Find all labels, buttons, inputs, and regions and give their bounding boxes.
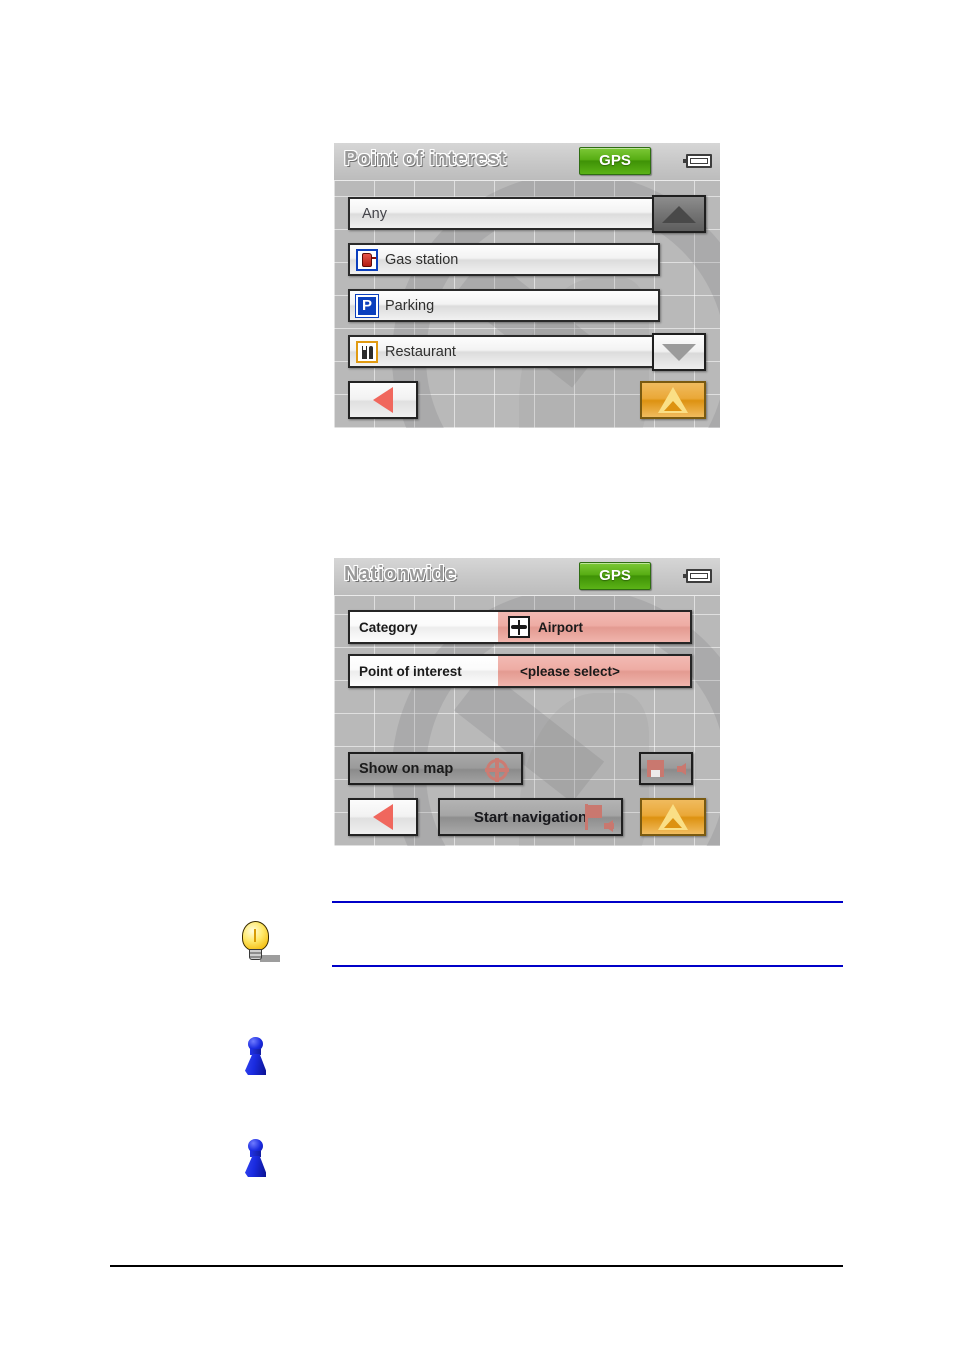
- navigate-button[interactable]: [640, 798, 706, 836]
- list-item-label: Restaurant: [385, 343, 456, 360]
- gps-status-badge[interactable]: GPS: [579, 562, 651, 590]
- start-navigation-label: Start navigation: [473, 808, 588, 826]
- start-navigation-button[interactable]: Start navigation: [438, 798, 623, 836]
- blue-pawn-icon: [240, 1035, 280, 1085]
- footer-separator: [110, 1265, 843, 1267]
- list-item[interactable]: Gas station: [348, 243, 660, 276]
- back-arrow-icon: [373, 387, 393, 413]
- page-title: Nationwide: [344, 563, 457, 585]
- titlebar: Nationwide GPS: [334, 558, 720, 596]
- back-arrow-icon: [373, 804, 393, 830]
- lightbulb-tip-icon: [236, 919, 282, 969]
- tip-rule-top: [332, 901, 843, 903]
- crosshair-icon: [485, 758, 509, 782]
- airplane-icon: [508, 616, 530, 638]
- show-on-map-button[interactable]: Show on map: [348, 752, 523, 785]
- list-item-label: Parking: [385, 297, 435, 314]
- device-screen-point-of-interest: Point of interest GPS Any Gas station P …: [334, 143, 720, 428]
- show-on-map-label: Show on map: [359, 760, 454, 777]
- save-destination-button[interactable]: [639, 752, 693, 785]
- battery-icon: [683, 569, 712, 583]
- list-item[interactable]: P Parking: [348, 289, 660, 322]
- blue-pawn-icon: [240, 1137, 280, 1187]
- list-item-label: Gas station: [385, 251, 459, 268]
- field-value-text: Airport: [538, 619, 583, 635]
- arrow-down-icon: [662, 343, 696, 361]
- arrow-up-icon: [662, 205, 696, 223]
- field-value-text: <please select>: [520, 663, 620, 679]
- field-value: Airport: [498, 612, 690, 642]
- parking-icon: P: [356, 294, 378, 317]
- arrow-left-icon: [677, 763, 686, 775]
- navigation-cursor-icon: [658, 804, 688, 830]
- save-destination-icon: [647, 760, 664, 777]
- list-item[interactable]: Restaurant: [348, 335, 660, 368]
- gps-status-badge[interactable]: GPS: [579, 147, 651, 175]
- gas-station-icon: [356, 248, 378, 271]
- field-value: <please select>: [498, 656, 690, 686]
- field-row-point-of-interest[interactable]: Point of interest <please select>: [348, 654, 692, 688]
- tip-rule-bottom: [332, 965, 843, 967]
- page-title: Point of interest: [344, 148, 507, 170]
- back-button[interactable]: [348, 798, 418, 836]
- field-label: Point of interest: [350, 656, 498, 686]
- battery-icon: [683, 154, 712, 168]
- field-label: Category: [350, 612, 498, 642]
- field-row-category[interactable]: Category Airport: [348, 610, 692, 644]
- list-item-label: Any: [362, 205, 387, 222]
- scroll-up-button[interactable]: [652, 195, 706, 233]
- back-button[interactable]: [348, 381, 418, 419]
- navigate-button[interactable]: [640, 381, 706, 419]
- restaurant-icon: [356, 340, 378, 363]
- scroll-down-button[interactable]: [652, 333, 706, 371]
- navigation-cursor-icon: [658, 387, 688, 413]
- list-item[interactable]: Any: [348, 197, 660, 230]
- titlebar: Point of interest GPS: [334, 143, 720, 181]
- finish-flag-icon: [581, 804, 614, 834]
- device-screen-nationwide: Nationwide GPS Category Airport Point of…: [334, 558, 720, 846]
